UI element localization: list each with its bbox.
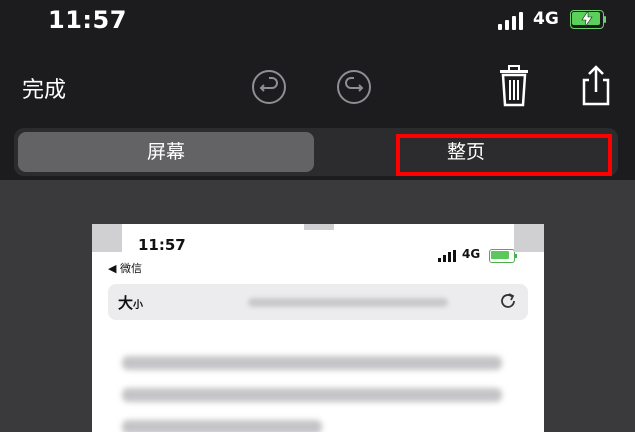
redo-icon[interactable] — [335, 68, 373, 106]
blurred-text-line — [122, 356, 502, 370]
markup-toolbar: 完成 — [0, 60, 635, 120]
battery-icon — [570, 10, 606, 29]
status-time: 11:57 — [48, 6, 127, 34]
crop-handle[interactable] — [514, 224, 544, 252]
blurred-text-line — [122, 420, 322, 432]
trash-icon[interactable] — [495, 64, 533, 108]
crop-handle[interactable] — [92, 224, 122, 252]
share-icon[interactable] — [578, 62, 614, 108]
preview-time: 11:57 — [138, 236, 186, 254]
preview-network-label: 4G — [462, 247, 481, 261]
network-label: 4G — [533, 9, 559, 29]
blurred-text-line — [122, 388, 502, 402]
undo-icon[interactable] — [250, 68, 288, 106]
preview-font-size-label: 大小 — [118, 294, 144, 312]
preview-signal-icon — [438, 250, 456, 262]
crop-handle[interactable] — [304, 224, 334, 230]
done-button[interactable]: 完成 — [22, 72, 66, 104]
preview-back-link: ◀ 微信 — [108, 262, 142, 275]
highlight-box — [396, 134, 612, 176]
preview-url-blurred — [248, 298, 448, 307]
preview-address-bar: 大小 — [108, 284, 528, 320]
signal-icon — [498, 12, 524, 30]
status-bar: 11:57 4G — [0, 0, 635, 42]
screenshot-preview: 11:57 ◀ 微信 4G 大小 — [92, 224, 544, 432]
tab-screen[interactable]: 屏幕 — [18, 132, 314, 172]
preview-battery-icon — [489, 249, 517, 263]
reload-icon — [501, 293, 515, 308]
